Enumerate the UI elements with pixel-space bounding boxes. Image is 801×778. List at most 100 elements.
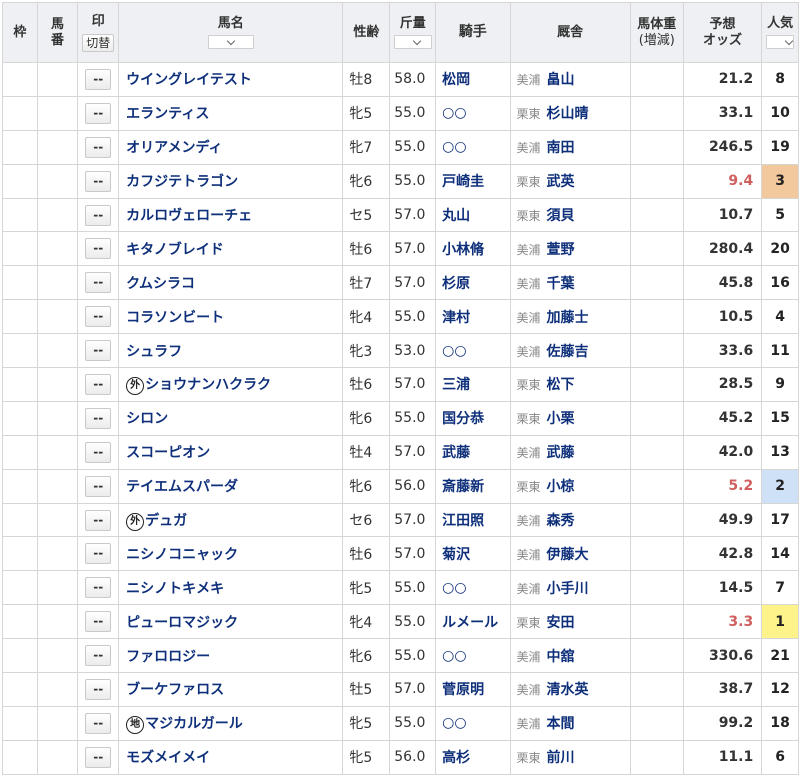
trainer-link[interactable]: 武藤 <box>547 445 575 461</box>
mark-select-button[interactable]: -- <box>85 340 112 362</box>
trainer-link[interactable]: 加藤士 <box>547 310 589 326</box>
trainer-link[interactable]: 伊藤大 <box>547 547 589 563</box>
jockey-link[interactable]: 斎藤新 <box>442 479 484 495</box>
jockey-link[interactable]: ルメール <box>442 615 498 631</box>
horse-name-link[interactable]: ブーケファロス <box>126 682 224 698</box>
mark-select-button[interactable]: -- <box>85 373 112 395</box>
mark-select-button[interactable]: -- <box>85 238 112 260</box>
mark-select-button[interactable]: -- <box>85 543 112 565</box>
jockey-link[interactable]: 菊沢 <box>442 547 470 563</box>
horse-name-link[interactable]: マジカルガール <box>145 716 243 732</box>
horse-name-cell: 外デュガ <box>118 502 344 538</box>
sort-chevron-icon[interactable] <box>766 35 795 49</box>
mark-select-button[interactable]: -- <box>85 170 112 192</box>
horse-name-link[interactable]: キタノブレイド <box>126 242 224 258</box>
jockey-link[interactable]: 国分恭 <box>442 411 484 427</box>
jockey-link[interactable]: 津村 <box>442 310 470 326</box>
trainer-link[interactable]: 安田 <box>547 615 575 631</box>
header-weight[interactable]: 斤量 <box>389 2 437 63</box>
horse-name-link[interactable]: ニシノトキメキ <box>126 581 224 597</box>
mark-select-button[interactable]: -- <box>85 68 112 90</box>
header-name[interactable]: 馬名 <box>118 2 344 63</box>
umaban-cell <box>36 536 79 572</box>
mark-select-button[interactable]: -- <box>85 136 112 158</box>
mark-select-button[interactable]: -- <box>85 645 112 667</box>
trainer-link[interactable]: 前川 <box>547 750 575 766</box>
jockey-link[interactable]: 武藤 <box>442 445 470 461</box>
jockey-link[interactable]: 杉原 <box>442 276 470 292</box>
horse-name-link[interactable]: ショウナンハクラク <box>145 377 271 393</box>
mark-select-button[interactable]: -- <box>85 204 112 226</box>
mark-cell: -- <box>77 95 120 131</box>
horse-name-link[interactable]: オリアメンディ <box>126 140 222 156</box>
trainer-link[interactable]: 森秀 <box>547 513 575 529</box>
jockey-link[interactable]: 戸崎圭 <box>442 174 484 190</box>
mark-toggle-button[interactable]: 切替 <box>82 33 115 52</box>
trainer-link[interactable]: 武英 <box>547 174 575 190</box>
mark-select-button[interactable]: -- <box>85 475 112 497</box>
jockey-link[interactable]: ○○ <box>442 105 466 121</box>
stable-region: 美浦 <box>516 547 541 562</box>
jockey-link[interactable]: 三浦 <box>442 377 470 393</box>
trainer-link[interactable]: 須貝 <box>547 208 575 224</box>
trainer-link[interactable]: 畠山 <box>547 72 575 88</box>
jockey-link[interactable]: ○○ <box>442 715 466 731</box>
trainer-link[interactable]: 小手川 <box>547 581 589 597</box>
jockey-link[interactable]: 菅原明 <box>442 682 484 698</box>
mark-select-button[interactable]: -- <box>85 678 112 700</box>
jockey-link[interactable]: 丸山 <box>442 208 470 224</box>
horse-name-link[interactable]: カフジテトラゴン <box>126 174 238 190</box>
horse-name-link[interactable]: クムシラコ <box>126 276 195 292</box>
horse-name-link[interactable]: エランティス <box>126 106 209 122</box>
trainer-link[interactable]: 本間 <box>547 716 575 732</box>
jockey-link[interactable]: ○○ <box>442 648 466 664</box>
trainer-link[interactable]: 清水英 <box>547 682 589 698</box>
mark-select-button[interactable]: -- <box>85 102 112 124</box>
horse-name-link[interactable]: デュガ <box>145 513 187 529</box>
trainer-link[interactable]: 千葉 <box>547 276 575 292</box>
trainer-link[interactable]: 南田 <box>547 140 575 156</box>
mark-select-button[interactable]: -- <box>85 611 112 633</box>
trainer-link[interactable]: 松下 <box>547 377 575 393</box>
popularity-cell: 5 <box>761 197 799 233</box>
trainer-link[interactable]: 中舘 <box>547 649 575 665</box>
mark-select-button[interactable]: -- <box>85 306 112 328</box>
horse-name-link[interactable]: ファロロジー <box>126 649 210 665</box>
header-mark-label: 印 <box>91 13 105 29</box>
trainer-link[interactable]: 杉山晴 <box>547 106 589 122</box>
mark-select-button[interactable]: -- <box>85 746 112 768</box>
jockey-link[interactable]: 高杉 <box>442 750 470 766</box>
stable-region: 美浦 <box>516 344 541 359</box>
jockey-link[interactable]: 江田照 <box>442 513 484 529</box>
mark-select-button[interactable]: -- <box>85 712 112 734</box>
horse-name-link[interactable]: カルロヴェローチェ <box>126 208 252 224</box>
horse-name-link[interactable]: シロン <box>126 411 168 427</box>
mark-select-button[interactable]: -- <box>85 509 112 531</box>
horse-name-link[interactable]: コラソンビート <box>126 310 224 326</box>
trainer-link[interactable]: 萱野 <box>547 242 575 258</box>
weight-cell: 55.0 <box>389 129 437 165</box>
trainer-link[interactable]: 佐藤吉 <box>547 344 589 360</box>
jockey-link[interactable]: 松岡 <box>442 72 470 88</box>
mark-select-button[interactable]: -- <box>85 441 112 463</box>
horse-name-link[interactable]: ピューロマジック <box>126 615 238 631</box>
mark-select-button[interactable]: -- <box>85 577 112 599</box>
trainer-link[interactable]: 小椋 <box>547 479 575 495</box>
jockey-link[interactable]: ○○ <box>442 139 466 155</box>
horse-name-link[interactable]: スコーピオン <box>126 445 210 461</box>
jockey-link[interactable]: ○○ <box>442 580 466 596</box>
sort-chevron-icon[interactable] <box>207 35 254 49</box>
horse-name-link[interactable]: テイエムスパーダ <box>126 479 238 495</box>
horse-name-link[interactable]: ニシノコニャック <box>126 547 238 563</box>
header-popularity[interactable]: 人気 <box>761 2 799 63</box>
jockey-link[interactable]: 小林脩 <box>442 242 484 258</box>
trainer-link[interactable]: 小栗 <box>547 411 575 427</box>
mark-select-button[interactable]: -- <box>85 272 112 294</box>
jockey-link[interactable]: ○○ <box>442 343 466 359</box>
stable-region: 美浦 <box>516 310 541 325</box>
mark-select-button[interactable]: -- <box>85 407 112 429</box>
horse-name-link[interactable]: モズメイメイ <box>126 750 210 766</box>
sort-chevron-icon[interactable] <box>393 35 432 49</box>
horse-name-link[interactable]: ウイングレイテスト <box>126 72 252 88</box>
horse-name-link[interactable]: シュラフ <box>126 344 182 360</box>
